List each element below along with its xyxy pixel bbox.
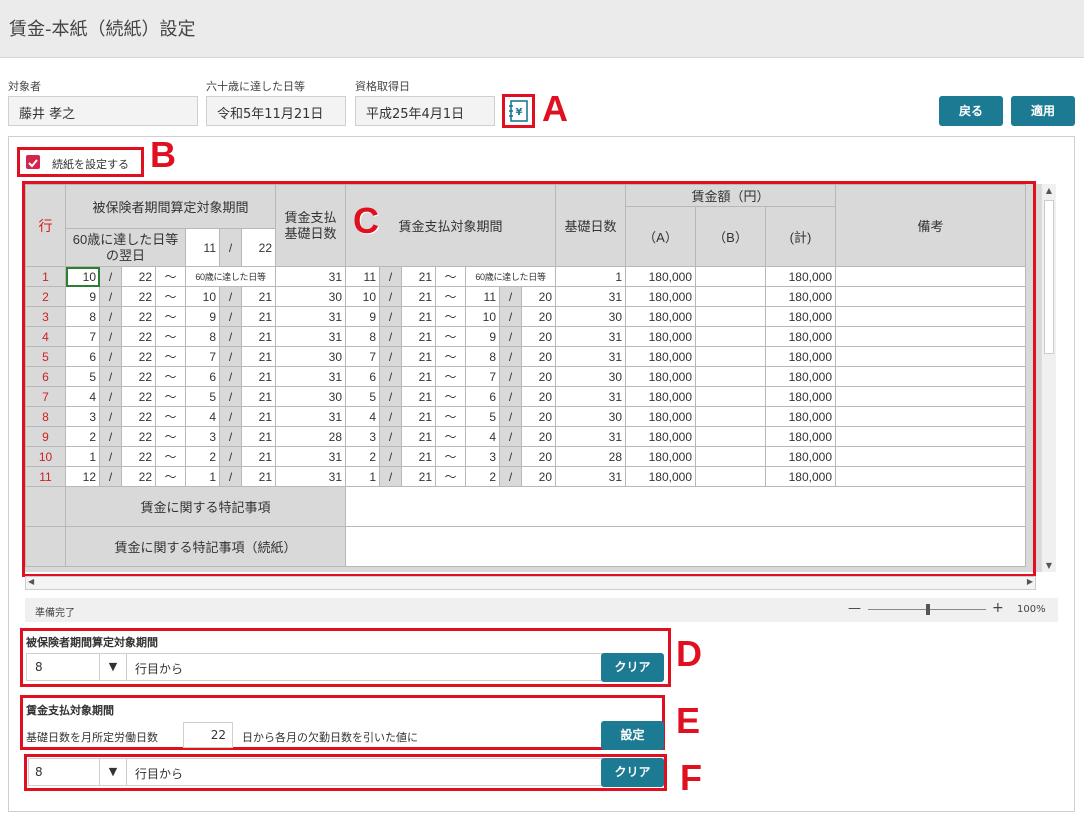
svg-text:¥: ¥: [516, 107, 523, 118]
scroll-down-icon[interactable]: ▼: [1042, 561, 1056, 570]
section-f-select-value: 8: [35, 765, 43, 779]
section-e-prefix: 基礎日数を月所定労働日数: [26, 731, 158, 744]
section-f-suffix: 行目から: [135, 767, 184, 781]
age60-field: 令和5年11月21日: [206, 96, 346, 126]
scroll-right-icon[interactable]: ▶: [1027, 577, 1033, 586]
annotation-letter-c: C: [353, 200, 379, 241]
wage-book-icon[interactable]: ¥: [508, 100, 529, 122]
zoom-slider-thumb[interactable]: [926, 604, 930, 615]
annotation-box-c: [22, 181, 1036, 577]
qualification-label: 資格取得日: [355, 80, 410, 93]
status-text: 準備完了: [35, 608, 75, 619]
back-button[interactable]: 戻る: [939, 96, 1003, 126]
dropdown-icon[interactable]: ▼: [99, 759, 127, 785]
section-d-select[interactable]: 8 ▼ 行目から: [26, 653, 662, 681]
section-d-suffix: 行目から: [135, 662, 184, 676]
section-d-select-value: 8: [35, 660, 43, 674]
zoom-level: 100%: [1017, 604, 1046, 615]
vertical-scroll-thumb[interactable]: [1044, 200, 1054, 354]
annotation-letter-f: F: [680, 757, 702, 798]
qualification-field: 平成25年4月1日: [355, 96, 495, 126]
section-e-days-input[interactable]: 22: [183, 722, 233, 748]
dropdown-icon[interactable]: ▼: [99, 654, 127, 680]
annotation-letter-b: B: [150, 134, 176, 175]
checkmark-icon: [28, 159, 38, 168]
window-title: 賃金-本紙（続紙）設定: [9, 19, 196, 40]
annotation-letter-e: E: [676, 700, 701, 741]
title-bar: 賃金-本紙（続紙）設定: [0, 0, 1084, 58]
section-e-title: 賃金支払対象期間: [26, 704, 114, 717]
zoom-out-button[interactable]: —: [848, 601, 861, 616]
scroll-up-icon[interactable]: ▲: [1042, 186, 1056, 195]
zoom-in-button[interactable]: +: [992, 600, 1004, 616]
continuation-checkbox[interactable]: [26, 155, 40, 169]
vertical-scrollbar[interactable]: ▲ ▼: [1041, 184, 1056, 572]
horizontal-scrollbar[interactable]: ◀ ▶: [25, 576, 1036, 590]
section-f-clear-button[interactable]: クリア: [601, 758, 664, 787]
section-e-set-button[interactable]: 設定: [601, 721, 664, 750]
age60-label: 六十歳に達した日等: [206, 80, 305, 93]
annotation-letter-a: A: [542, 88, 568, 129]
target-field: 藤井 孝之: [8, 96, 198, 126]
apply-button[interactable]: 適用: [1011, 96, 1075, 126]
target-label: 対象者: [8, 80, 41, 93]
section-d-clear-button[interactable]: クリア: [601, 653, 664, 682]
annotation-letter-d: D: [676, 633, 702, 674]
status-bar: 準備完了 — + 100%: [25, 598, 1058, 622]
scroll-left-icon[interactable]: ◀: [28, 577, 34, 586]
section-e-suffix: 日から各月の欠勤日数を引いた値に: [242, 731, 418, 744]
continuation-checkbox-label[interactable]: 続紙を設定する: [52, 156, 129, 172]
section-f-select[interactable]: 8 ▼ 行目から: [28, 758, 664, 786]
section-d-title: 被保険者期間算定対象期間: [26, 636, 158, 649]
